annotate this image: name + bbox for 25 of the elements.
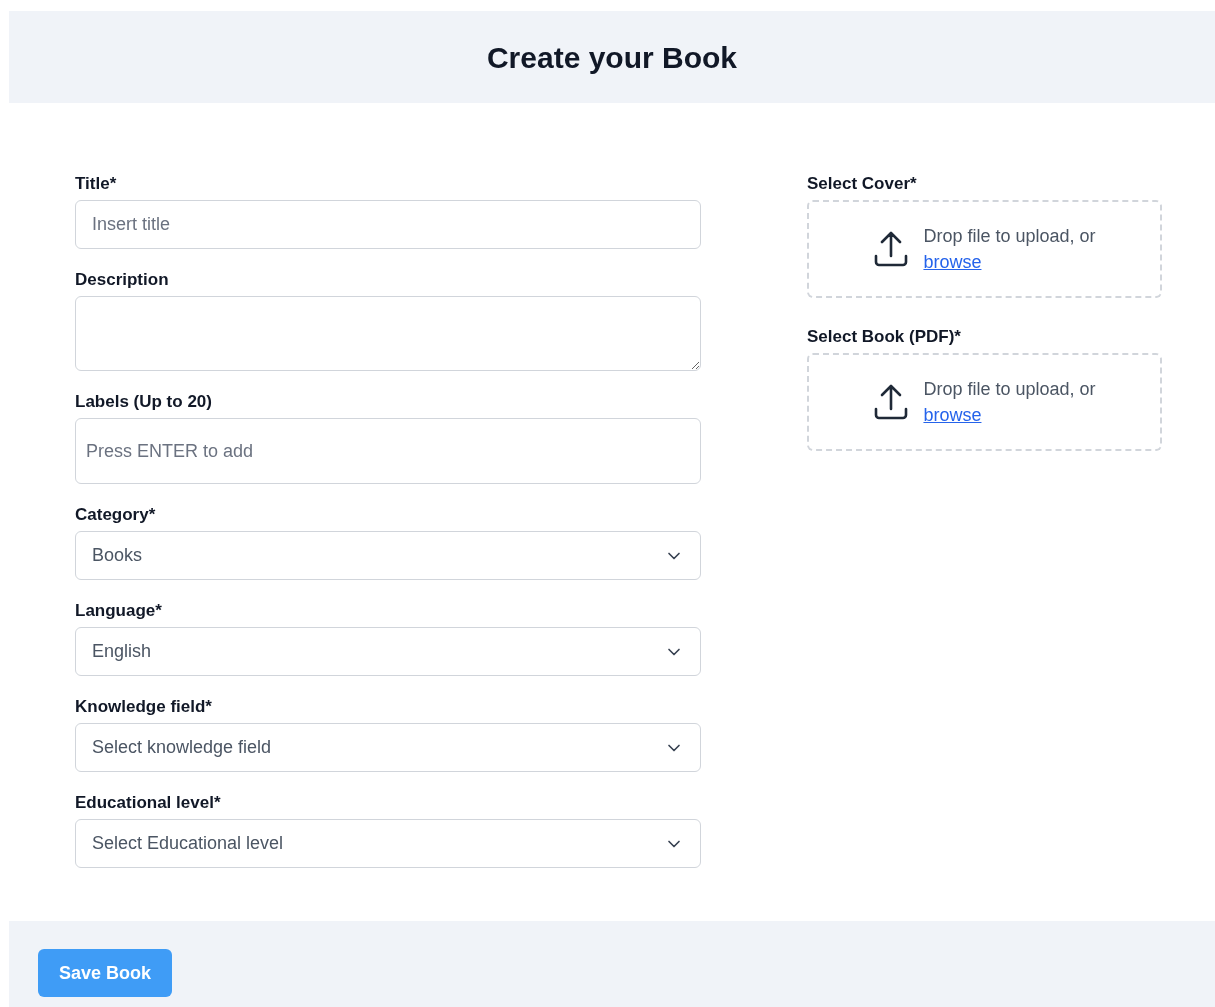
drop-prompt: Drop file to upload, or: [923, 378, 1096, 401]
browse-link[interactable]: browse: [923, 402, 982, 428]
page-title: Create your Book: [486, 39, 738, 76]
upload-label: Select Book (PDF)*: [807, 326, 962, 348]
select-dropdown[interactable]: Select Educational level: [75, 819, 701, 868]
field-label: Knowledge field*: [75, 696, 213, 718]
select-dropdown[interactable]: Books: [75, 531, 701, 580]
select-dropdown[interactable]: English: [75, 627, 701, 676]
title-input[interactable]: Insert title: [75, 200, 701, 249]
description-textarea[interactable]: [75, 296, 701, 371]
drop-prompt: Drop file to upload, or: [923, 225, 1096, 248]
upload-icon: [873, 230, 910, 268]
field-label: Educational level*: [75, 792, 222, 814]
labels-input[interactable]: Press ENTER to add: [75, 418, 701, 484]
field-label: Category*: [75, 504, 157, 526]
field-label: Description: [75, 269, 170, 291]
upload-icon: [873, 383, 910, 421]
file-drop-zone[interactable]: Drop file to upload, or browse: [807, 200, 1162, 298]
field-label: Title*: [75, 173, 118, 195]
browse-link[interactable]: browse: [923, 249, 982, 275]
field-label: Labels (Up to 20): [75, 391, 213, 413]
select-dropdown[interactable]: Select knowledge field: [75, 723, 701, 772]
file-drop-zone[interactable]: Drop file to upload, or browse: [807, 353, 1162, 451]
field-label: Language*: [75, 600, 163, 622]
upload-label: Select Cover*: [807, 173, 918, 195]
